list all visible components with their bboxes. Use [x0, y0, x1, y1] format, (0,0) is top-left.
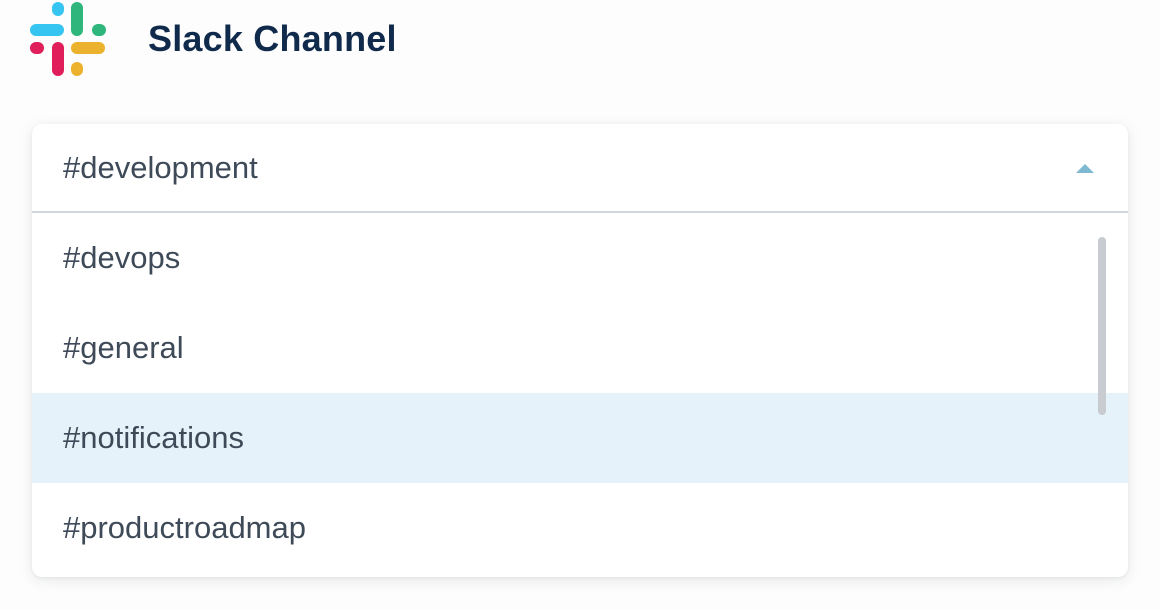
channel-option-highlighted[interactable]: #notifications — [32, 393, 1128, 483]
page-title: Slack Channel — [148, 18, 397, 59]
slack-logo-icon — [30, 2, 106, 76]
channel-select[interactable]: #development — [32, 124, 1128, 213]
scrollbar-thumb[interactable] — [1098, 237, 1106, 415]
slack-channel-select-page: Slack Channel #development #devops #gene… — [0, 0, 1160, 610]
caret-up-icon[interactable] — [1076, 164, 1094, 173]
selected-channel: #development — [63, 149, 258, 185]
channel-options-list: #devops #general #notifications #product… — [32, 213, 1128, 577]
channel-option[interactable]: #productroadmap — [32, 483, 1128, 573]
header: Slack Channel — [30, 0, 397, 78]
channel-option[interactable]: #general — [32, 303, 1128, 393]
channel-dropdown: #development #devops #general #notificat… — [32, 124, 1128, 577]
channel-option[interactable]: #devops — [32, 213, 1128, 303]
